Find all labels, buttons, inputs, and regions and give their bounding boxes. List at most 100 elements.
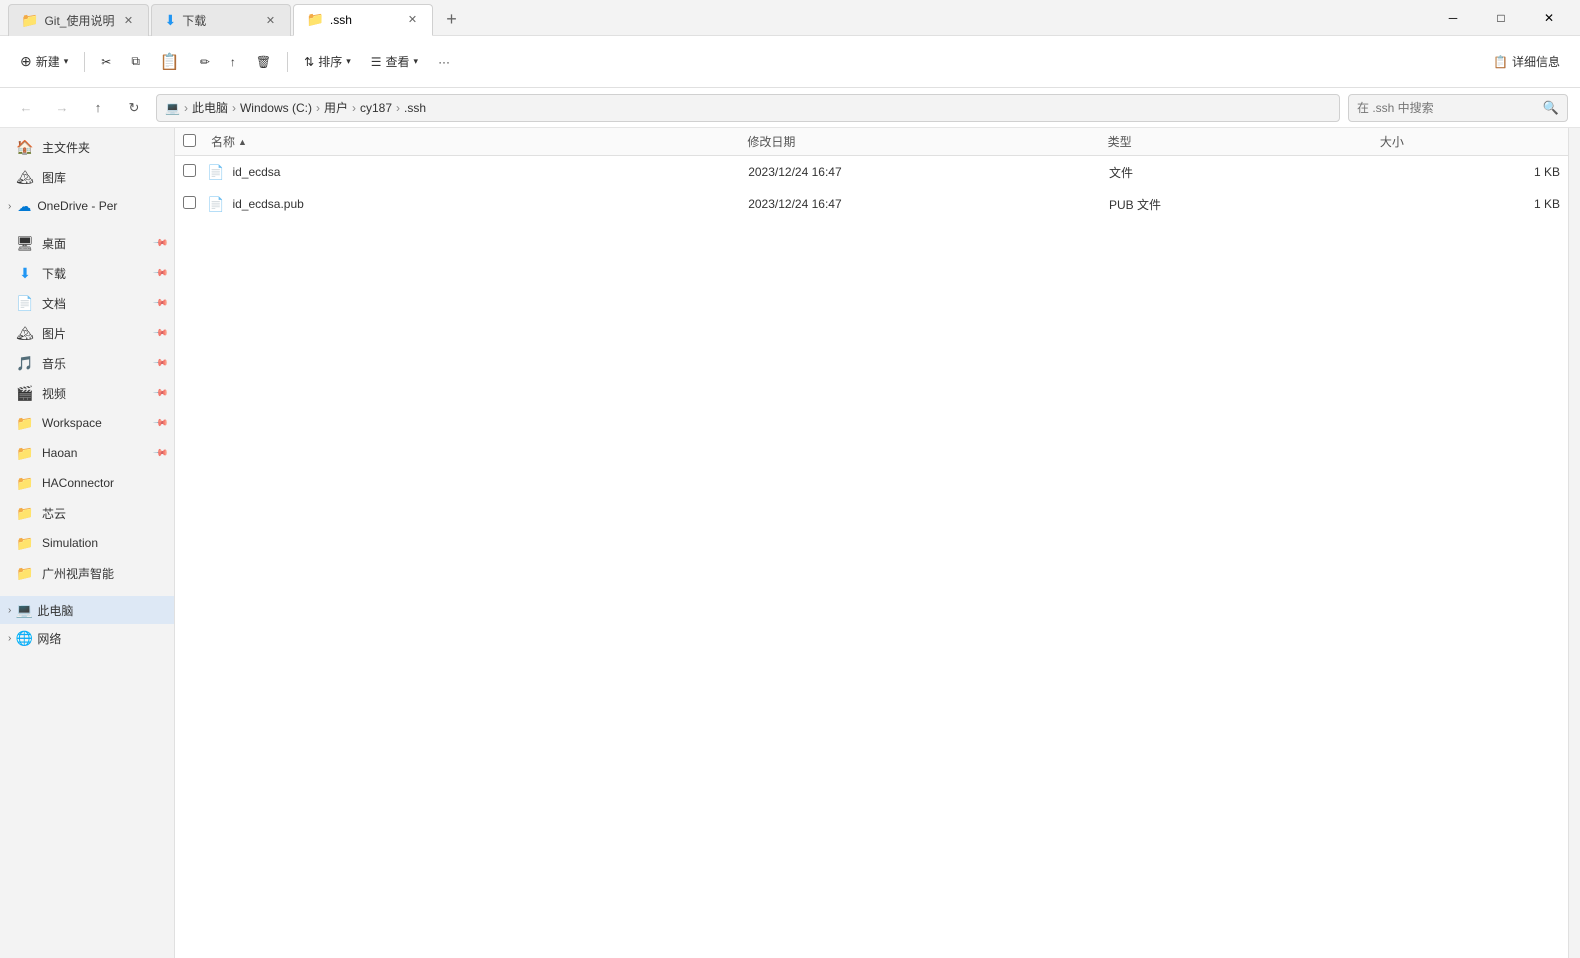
- breadcrumb-ssh[interactable]: .ssh: [404, 101, 426, 115]
- home-icon: 🏠: [16, 139, 34, 156]
- search-input[interactable]: [1357, 101, 1537, 115]
- sidebar-item-downloads[interactable]: ⬇ 下载 📌: [0, 258, 174, 288]
- tab-ssh[interactable]: 📁 .ssh ✕: [293, 4, 433, 36]
- file-area: 名称 ▲ 修改日期 类型 大小 📄 id_ecdsa 2023/12/24 16…: [175, 128, 1568, 958]
- main-area: 🏠 主文件夹 🏔 图库 › ☁ OneDrive - Per 🖥 桌面 📌 ⬇ …: [0, 128, 1580, 958]
- minimize-button[interactable]: ─: [1430, 2, 1476, 34]
- breadcrumb-drive[interactable]: Windows (C:): [240, 101, 312, 115]
- breadcrumb-user[interactable]: cy187: [360, 101, 392, 115]
- row1-date: 2023/12/24 16:47: [748, 165, 1109, 179]
- more-label: ···: [438, 55, 450, 69]
- forward-button[interactable]: →: [48, 94, 76, 122]
- sidebar-label-simulation: Simulation: [42, 536, 166, 550]
- xinyun-icon: 📁: [16, 505, 34, 522]
- table-row[interactable]: 📄 id_ecdsa.pub 2023/12/24 16:47 PUB 文件 1…: [175, 188, 1568, 220]
- sidebar-label-pictures: 图片: [42, 325, 146, 342]
- window-controls: ─ □ ✕: [1430, 2, 1572, 34]
- sidebar-item-desktop[interactable]: 🖥 桌面 📌: [0, 228, 174, 258]
- maximize-button[interactable]: □: [1478, 2, 1524, 34]
- tab-git-icon: 📁: [21, 12, 38, 29]
- rename-button[interactable]: ✏: [192, 49, 218, 75]
- sort-button[interactable]: ⇅ 排序 ▾: [296, 47, 359, 76]
- sidebar-item-simulation[interactable]: 📁 Simulation: [0, 528, 174, 558]
- new-button[interactable]: ⊕ 新建 ▾: [12, 47, 76, 76]
- header-checkbox[interactable]: [183, 134, 207, 150]
- row1-checkbox[interactable]: [183, 164, 207, 180]
- cut-icon: ✂: [101, 55, 111, 69]
- breadcrumb-users[interactable]: 用户: [324, 99, 348, 116]
- select-all-checkbox[interactable]: [183, 134, 196, 147]
- tab-ssh-close[interactable]: ✕: [404, 12, 420, 28]
- copy-icon: ⧉: [131, 54, 140, 69]
- back-button[interactable]: ←: [12, 94, 40, 122]
- cut-button[interactable]: ✂: [93, 49, 119, 75]
- share-icon: ↑: [230, 55, 236, 69]
- sidebar-item-home[interactable]: 🏠 主文件夹: [0, 132, 174, 162]
- onedrive-expand-icon: ›: [8, 201, 11, 212]
- sidebar-item-pictures[interactable]: 🏔 图片 📌: [0, 318, 174, 348]
- tab-git-close[interactable]: ✕: [120, 12, 136, 28]
- col-name[interactable]: 名称 ▲: [207, 128, 743, 155]
- more-button[interactable]: ···: [430, 49, 458, 75]
- sidebar-item-haconnector[interactable]: 📁 HAConnector: [0, 468, 174, 498]
- sidebar-group-mypc[interactable]: › 💻 此电脑: [0, 596, 174, 624]
- row2-name: 📄 id_ecdsa.pub: [207, 196, 748, 213]
- tab-git-label: Git_使用说明: [44, 12, 114, 29]
- table-row[interactable]: 📄 id_ecdsa 2023/12/24 16:47 文件 1 KB: [175, 156, 1568, 188]
- sidebar-item-guangzhou[interactable]: 📁 广州视声智能: [0, 558, 174, 588]
- tab-downloads-label: 下载: [182, 12, 256, 29]
- search-icon: 🔍: [1543, 100, 1559, 116]
- tab-downloads-close[interactable]: ✕: [262, 12, 278, 28]
- sidebar-item-music[interactable]: 🎵 音乐 📌: [0, 348, 174, 378]
- right-panel: [1568, 128, 1580, 958]
- sidebar-item-workspace[interactable]: 📁 Workspace 📌: [0, 408, 174, 438]
- share-button[interactable]: ↑: [222, 49, 244, 75]
- sidebar-label-music: 音乐: [42, 355, 146, 372]
- col-type[interactable]: 类型: [1104, 128, 1376, 155]
- view-label: 查看: [386, 53, 410, 70]
- row2-checkbox[interactable]: [183, 196, 207, 212]
- toolbar-end: 📋 详细信息: [1485, 47, 1568, 76]
- videos-pin-icon: 📌: [151, 385, 168, 402]
- view-button[interactable]: ☰ 查看 ▾: [363, 47, 426, 76]
- close-button[interactable]: ✕: [1526, 2, 1572, 34]
- sidebar-label-documents: 文档: [42, 295, 146, 312]
- paste-button[interactable]: 📋: [152, 46, 188, 78]
- up-button[interactable]: ↑: [84, 94, 112, 122]
- music-icon: 🎵: [16, 355, 34, 372]
- tab-downloads[interactable]: ⬇ 下载 ✕: [151, 4, 291, 36]
- sidebar-label-network: 网络: [37, 630, 170, 647]
- sidebar-item-gallery[interactable]: 🏔 图库: [0, 162, 174, 192]
- sidebar-group-onedrive[interactable]: › ☁ OneDrive - Per: [0, 192, 174, 220]
- desktop-icon: 🖥: [16, 235, 34, 252]
- tabs-area: 📁 Git_使用说明 ✕ ⬇ 下载 ✕ 📁 .ssh ✕ +: [8, 0, 1430, 36]
- sidebar-item-videos[interactable]: 🎬 视频 📌: [0, 378, 174, 408]
- breadcrumb-pc-icon: 💻: [165, 101, 180, 115]
- delete-button[interactable]: 🗑: [248, 49, 279, 75]
- refresh-button[interactable]: ↻: [120, 94, 148, 122]
- search-box[interactable]: 🔍: [1348, 94, 1568, 122]
- onedrive-icon: ☁: [15, 198, 33, 215]
- paste-icon: 📋: [160, 52, 180, 72]
- workspace-icon: 📁: [16, 415, 34, 432]
- breadcrumb[interactable]: 💻 › 此电脑 › Windows (C:) › 用户 › cy187 › .s…: [156, 94, 1340, 122]
- col-name-sort-icon: ▲: [238, 137, 247, 147]
- simulation-icon: 📁: [16, 535, 34, 552]
- sidebar-div-1: [0, 220, 174, 228]
- row2-date: 2023/12/24 16:47: [748, 197, 1109, 211]
- details-button[interactable]: 📋 详细信息: [1485, 47, 1568, 76]
- tab-git[interactable]: 📁 Git_使用说明 ✕: [8, 4, 149, 36]
- sidebar-item-xinyun[interactable]: 📁 芯云: [0, 498, 174, 528]
- breadcrumb-pc[interactable]: 此电脑: [192, 99, 228, 116]
- new-tab-button[interactable]: +: [435, 4, 467, 36]
- sidebar-label-downloads: 下载: [42, 265, 146, 282]
- col-size[interactable]: 大小: [1376, 128, 1560, 155]
- delete-icon: 🗑: [256, 55, 271, 69]
- col-date[interactable]: 修改日期: [743, 128, 1103, 155]
- sidebar-item-haoan[interactable]: 📁 Haoan 📌: [0, 438, 174, 468]
- sidebar-item-documents[interactable]: 📄 文档 📌: [0, 288, 174, 318]
- details-icon: 📋: [1493, 55, 1508, 69]
- sidebar-group-network[interactable]: › 🌐 网络: [0, 624, 174, 652]
- music-pin-icon: 📌: [151, 355, 168, 372]
- copy-button[interactable]: ⧉: [123, 48, 148, 75]
